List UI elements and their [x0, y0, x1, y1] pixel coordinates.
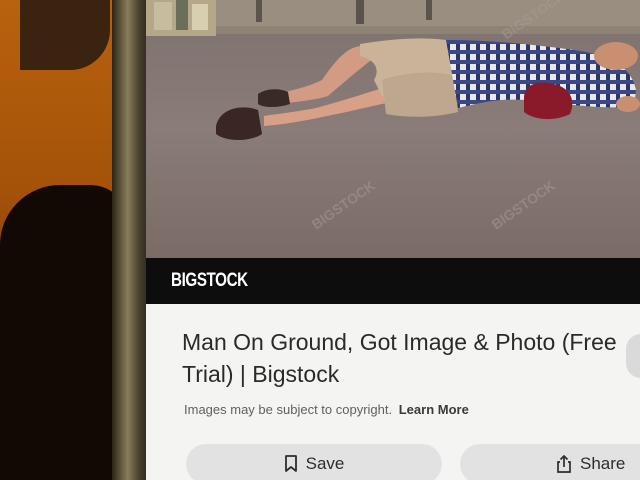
copyright-text: Images may be subject to copyright.	[184, 402, 393, 417]
background-shadow	[0, 185, 130, 480]
bookmark-icon	[284, 455, 298, 473]
share-icon	[556, 455, 572, 473]
share-button[interactable]: Share	[460, 444, 640, 480]
background-shadow-top	[20, 0, 110, 70]
save-label: Save	[305, 454, 345, 473]
result-image[interactable]: BIGSTOCK BIGSTOCK BIGSTOCK	[146, 0, 640, 258]
share-label: Share	[580, 454, 626, 473]
source-bar[interactable]: BIGSTOCK	[146, 258, 640, 304]
side-action-button[interactable]	[626, 334, 640, 378]
photo-illustration: BIGSTOCK BIGSTOCK BIGSTOCK	[146, 0, 640, 258]
phone-screen: BIGSTOCK BIGSTOCK BIGSTOCK BIGSTOCK Man …	[146, 0, 640, 480]
learn-more-link[interactable]: Learn More	[399, 402, 469, 417]
result-title[interactable]: Man On Ground, Got Image & Photo (Free T…	[182, 326, 622, 390]
copyright-notice: Images may be subject to copyright. Lear…	[184, 402, 469, 417]
save-button[interactable]: Save	[186, 444, 442, 480]
photographed-scene: BIGSTOCK BIGSTOCK BIGSTOCK BIGSTOCK Man …	[0, 0, 640, 480]
result-info-panel: Man On Ground, Got Image & Photo (Free T…	[146, 304, 640, 480]
result-title-link[interactable]: Man On Ground, Got Image & Photo (Free T…	[182, 329, 617, 387]
source-name: BIGSTOCK	[171, 270, 248, 291]
